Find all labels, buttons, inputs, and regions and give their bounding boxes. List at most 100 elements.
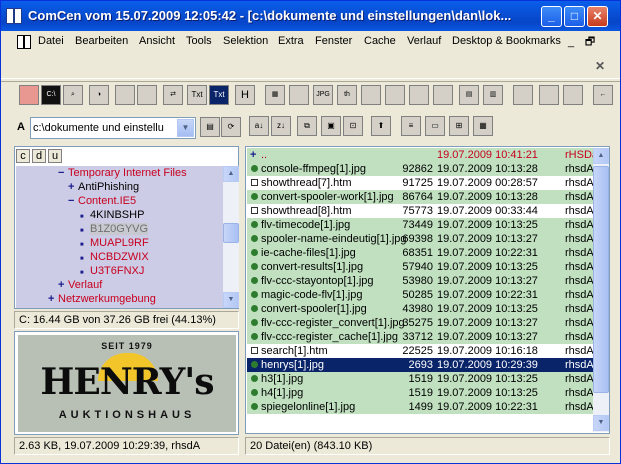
file-row[interactable]: spiegelonline[1].jpg 1499 19.07.2009 10:22… bbox=[247, 400, 593, 414]
file-row[interactable]: spooler-name-eindeutig[1].jpg 69398 19.07.… bbox=[247, 232, 593, 246]
expand-icon[interactable]: + bbox=[58, 278, 68, 292]
grid2-tool-icon[interactable]: ▥ bbox=[483, 85, 503, 105]
txt-tool-icon[interactable]: Txt bbox=[187, 85, 207, 105]
tree-node[interactable]: ■ B1Z0GYVG bbox=[80, 222, 149, 236]
tree-node[interactable]: + Verlauf bbox=[58, 278, 102, 292]
file-row[interactable]: flv-ccc-register_convert[1].jpg 35275 19.0… bbox=[247, 316, 593, 330]
file-row[interactable]: henrys[1].jpg 2693 19.07.2009 10:29:39 rhsd… bbox=[247, 358, 593, 372]
file-row[interactable]: h4[1].jpg 1519 19.07.2009 10:13:25 rhsdA bbox=[247, 386, 593, 400]
file-row[interactable]: flv-ccc-register_cache[1].jpg 33712 19.07.… bbox=[247, 330, 593, 344]
collapse-icon[interactable]: − bbox=[68, 194, 78, 208]
close-button[interactable]: ✕ bbox=[587, 6, 608, 27]
tree-node[interactable]: + Netzwerkumgebung bbox=[48, 292, 156, 306]
tree-node[interactable]: ■ NCBDZWIX bbox=[80, 250, 149, 264]
file-row[interactable]: flv-timecode[1].jpg 73449 19.07.2009 10:13… bbox=[247, 218, 593, 232]
file-row[interactable]: search[1].htm 22525 19.07.2009 10:16:18 rhs… bbox=[247, 344, 593, 358]
file-row[interactable]: h3[1].jpg 1519 19.07.2009 10:13:25 rhsdA bbox=[247, 372, 593, 386]
info3-tool-icon[interactable] bbox=[409, 85, 429, 105]
path-combobox[interactable]: c:\dokumente und einstellu ▼ bbox=[30, 117, 196, 139]
file-row[interactable]: showthread[7].htm 91725 19.07.2009 00:28:5… bbox=[247, 176, 593, 190]
chevron-down-icon[interactable]: ▼ bbox=[177, 119, 194, 137]
tree-node[interactable]: ■ 4KINBSHP bbox=[80, 208, 144, 222]
menu-verlauf[interactable]: Verlauf bbox=[407, 35, 441, 47]
split-tool-icon[interactable] bbox=[115, 85, 135, 105]
info4-tool-icon[interactable] bbox=[433, 85, 453, 105]
thumb-tool-icon[interactable]: th bbox=[337, 85, 357, 105]
panel-tool-icon[interactable] bbox=[513, 85, 533, 105]
back-arrow-icon[interactable]: ← bbox=[593, 85, 613, 105]
expand-icon[interactable]: + bbox=[48, 292, 58, 306]
tree-node[interactable]: + AntiPhishing bbox=[68, 180, 139, 194]
compare-tool-icon[interactable] bbox=[289, 85, 309, 105]
mdi-minimize-button[interactable]: _ bbox=[564, 35, 578, 49]
invert-select-icon[interactable]: ⊡ bbox=[343, 116, 363, 136]
menu-fenster[interactable]: Fenster bbox=[315, 35, 352, 47]
mdi-close-button[interactable]: ✕ bbox=[595, 59, 605, 73]
dos-tool-icon[interactable] bbox=[137, 85, 157, 105]
jpg-tool-icon[interactable]: JPG bbox=[313, 85, 333, 105]
scroll-thumb[interactable] bbox=[593, 166, 609, 393]
drive-tab-d[interactable]: d bbox=[32, 149, 46, 163]
menu-extra[interactable]: Extra bbox=[278, 35, 304, 47]
file-row[interactable]: flv-ccc-stayontop[1].jpg 53980 19.07.2009 … bbox=[247, 274, 593, 288]
thumbnail-view-icon[interactable]: ▦ bbox=[473, 116, 493, 136]
search-tool-icon[interactable]: ⌕ bbox=[63, 85, 83, 105]
menu-bearbeiten[interactable]: Bearbeiten bbox=[75, 35, 128, 47]
file-list-scrollbar[interactable]: ▲ ▼ bbox=[593, 148, 609, 432]
menu-ansicht[interactable]: Ansicht bbox=[139, 35, 175, 47]
detail-view-icon[interactable]: ▭ bbox=[425, 116, 445, 136]
copy-tool-icon[interactable]: ⇄ bbox=[163, 85, 183, 105]
minimize-button[interactable]: _ bbox=[541, 6, 562, 27]
drive-tab-u[interactable]: u bbox=[48, 149, 62, 163]
document-icon[interactable] bbox=[17, 35, 31, 49]
menu-desktop-bookmarks[interactable]: Desktop & Bookmarks bbox=[452, 35, 561, 47]
tree-node[interactable]: ■ MUAPL9RF bbox=[80, 236, 149, 250]
select-all-icon[interactable]: ▣ bbox=[321, 116, 341, 136]
file-row[interactable]: convert-results[1].jpg 57940 19.07.2009 10… bbox=[247, 260, 593, 274]
maximize-button[interactable]: □ bbox=[564, 6, 585, 27]
title-bar[interactable]: ComCen vom 15.07.2009 12:05:42 - [c:\dok… bbox=[1, 1, 620, 31]
menu-selektion[interactable]: Selektion bbox=[223, 35, 268, 47]
scroll-down-icon[interactable]: ▼ bbox=[223, 292, 239, 308]
menu-cache[interactable]: Cache bbox=[364, 35, 396, 47]
panel2-tool-icon[interactable] bbox=[539, 85, 559, 105]
cmd-tool-icon[interactable]: C:\ bbox=[41, 85, 61, 105]
file-row[interactable]: +.. 19.07.2009 10:41:21 rHSDa bbox=[247, 148, 593, 162]
tree-node[interactable]: − Content.IE5 bbox=[68, 194, 136, 208]
menu-tools[interactable]: Tools bbox=[186, 35, 212, 47]
delete-tool-icon[interactable] bbox=[19, 85, 39, 105]
app-icon[interactable] bbox=[6, 8, 22, 24]
file-row[interactable]: console-ffmpeg[1].jpg 92862 19.07.2009 10:… bbox=[247, 162, 593, 176]
collapse-icon[interactable]: − bbox=[58, 166, 68, 180]
tree-scrollbar[interactable]: ▲ ▼ bbox=[223, 166, 239, 308]
hex-tool-icon[interactable]: H bbox=[235, 85, 255, 105]
scroll-thumb[interactable] bbox=[223, 223, 239, 243]
mdi-restore-button[interactable]: 🗗 bbox=[583, 35, 597, 49]
network-tool-icon[interactable]: ▦ bbox=[265, 85, 285, 105]
file-row[interactable]: convert-spooler-work[1].jpg 86764 19.07.20… bbox=[247, 190, 593, 204]
scroll-up-icon[interactable]: ▲ bbox=[223, 166, 239, 182]
tree-node[interactable]: − Temporary Internet Files bbox=[58, 166, 187, 180]
sort-za-icon[interactable]: z↓ bbox=[271, 116, 291, 136]
list-view-icon[interactable]: ≡ bbox=[401, 116, 421, 136]
info-tool-icon[interactable] bbox=[361, 85, 381, 105]
file-row[interactable]: showthread[8].htm 75773 19.07.2009 00:33:4… bbox=[247, 204, 593, 218]
file-row[interactable]: ie-cache-files[1].jpg 68351 19.07.2009 10:… bbox=[247, 246, 593, 260]
disc-tool-icon[interactable]: ◑ bbox=[89, 85, 109, 105]
copy-list-icon[interactable]: ⧉ bbox=[297, 116, 317, 136]
panel3-tool-icon[interactable] bbox=[563, 85, 583, 105]
tree-node[interactable]: ■ U3T6FNXJ bbox=[80, 264, 144, 278]
scroll-up-icon[interactable]: ▲ bbox=[593, 148, 609, 164]
expand-icon[interactable]: + bbox=[68, 180, 78, 194]
icon-view-icon[interactable]: ⊞ bbox=[449, 116, 469, 136]
info2-tool-icon[interactable] bbox=[385, 85, 405, 105]
grid-tool-icon[interactable]: ▤ bbox=[459, 85, 479, 105]
file-row[interactable]: magic-code-flv[1].jpg 50285 19.07.2009 10:… bbox=[247, 288, 593, 302]
scroll-down-icon[interactable]: ▼ bbox=[593, 415, 609, 431]
file-row[interactable]: convert-spooler[1].jpg 43980 19.07.2009 10… bbox=[247, 302, 593, 316]
sort-az-icon[interactable]: a↓ bbox=[249, 116, 269, 136]
txt-edit-tool-icon[interactable]: Txt bbox=[209, 85, 229, 105]
drive-tab-c[interactable]: c bbox=[16, 149, 30, 163]
refresh-button[interactable]: ⟳ bbox=[221, 117, 241, 137]
drive-list-button[interactable]: ▤ bbox=[200, 117, 220, 137]
